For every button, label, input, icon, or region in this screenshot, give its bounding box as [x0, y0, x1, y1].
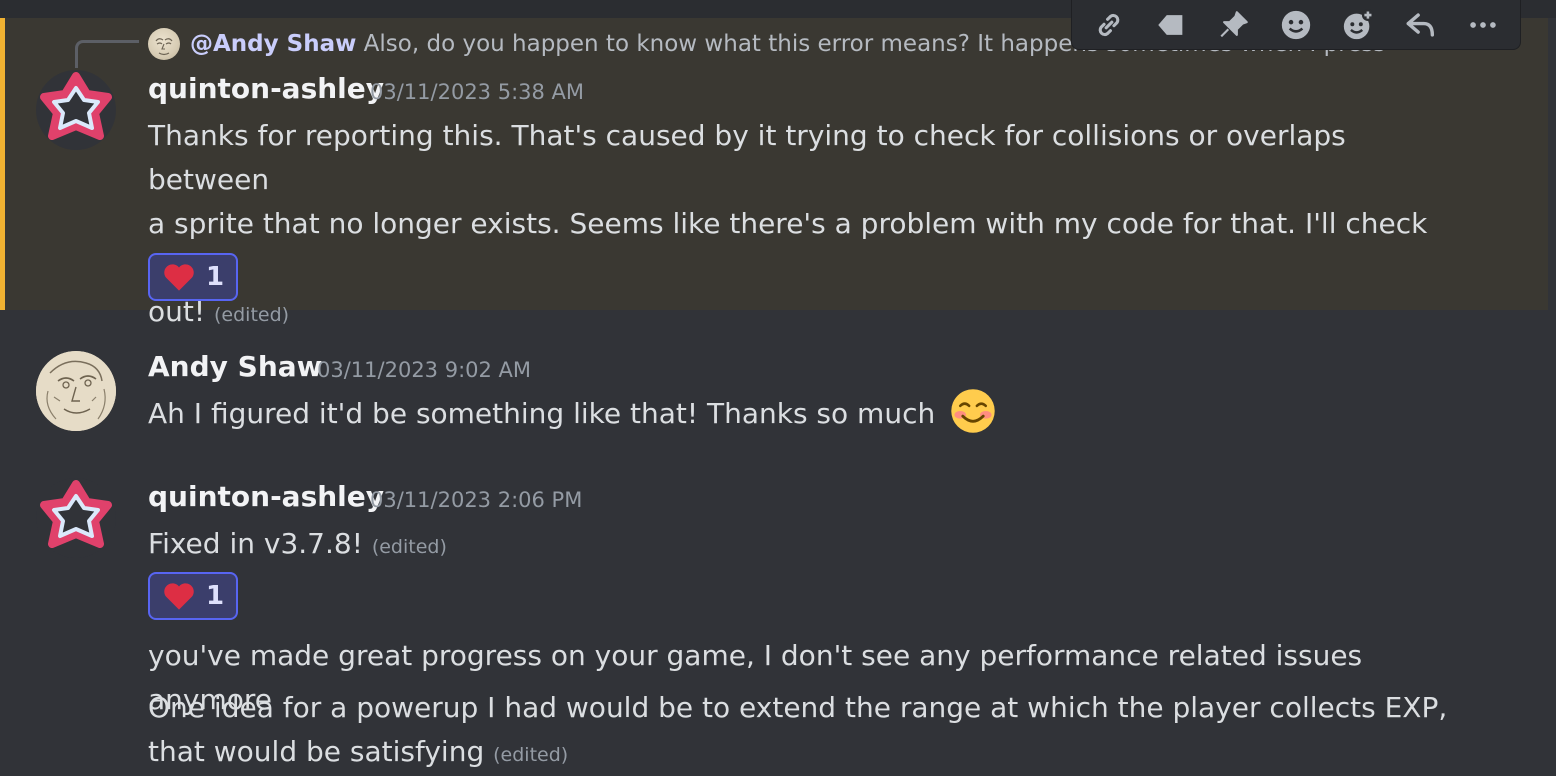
sketch-face-icon: [36, 351, 116, 431]
add-reaction-icon[interactable]: [1336, 5, 1380, 45]
edited-label: (edited): [214, 304, 290, 326]
username[interactable]: Andy Shaw: [148, 350, 323, 383]
message-text: Fixed in v3.7.8! (edited): [148, 522, 1448, 569]
message-toolbar: [1071, 0, 1521, 50]
edited-label: (edited): [493, 744, 569, 766]
username[interactable]: quinton-ashley: [148, 72, 384, 105]
pin-icon[interactable]: [1212, 5, 1256, 45]
reaction-heart[interactable]: 1: [148, 253, 238, 301]
heart-icon: [164, 583, 194, 610]
message-line: that would be satisfying (edited): [148, 730, 1448, 776]
timestamp: 03/11/2023 5:38 AM: [370, 80, 585, 104]
message-line: a sprite that no longer exists. Seems li…: [148, 207, 1428, 284]
timestamp: 03/11/2023 9:02 AM: [317, 358, 532, 382]
message-line-text: Ah I figured it'd be something like that…: [148, 397, 936, 430]
followup-message: One idea for a powerup I had would be to…: [148, 686, 1448, 776]
avatar[interactable]: [36, 478, 116, 558]
more-icon[interactable]: [1461, 5, 1505, 45]
message-text: Thanks for reporting this. That's caused…: [148, 114, 1448, 337]
message-line: out! (edited): [148, 290, 1448, 337]
message-line: One idea for a powerup I had would be to…: [148, 691, 1448, 724]
reply-icon[interactable]: [1399, 5, 1443, 45]
star-avatar-icon: [40, 72, 112, 140]
emoji-icon[interactable]: [1274, 5, 1318, 45]
heart-icon: [164, 264, 194, 291]
reply-avatar[interactable]: [148, 28, 180, 60]
reply-connector: [75, 40, 139, 68]
message-text: Ah I figured it'd be something like that…: [148, 389, 1448, 438]
username[interactable]: quinton-ashley: [148, 480, 384, 513]
avatar[interactable]: [36, 351, 116, 431]
star-avatar-icon: [40, 480, 112, 548]
smiling-face-icon: [951, 389, 995, 433]
message-line-text: Fixed in v3.7.8!: [148, 527, 363, 560]
reaction-heart[interactable]: 1: [148, 572, 238, 620]
reaction-count: 1: [205, 262, 225, 292]
reply-mention[interactable]: @Andy Shaw: [190, 31, 356, 57]
tag-icon[interactable]: [1149, 5, 1193, 45]
link-icon[interactable]: [1087, 5, 1131, 45]
chat-view: @Andy Shaw Also, do you happen to know w…: [0, 0, 1556, 776]
reaction-count: 1: [205, 581, 225, 611]
message-line-text: that would be satisfying: [148, 735, 485, 768]
edited-label: (edited): [371, 536, 447, 558]
avatar[interactable]: [36, 70, 116, 150]
message-line: Thanks for reporting this. That's caused…: [148, 119, 1346, 196]
timestamp: 03/11/2023 2:06 PM: [370, 488, 583, 512]
